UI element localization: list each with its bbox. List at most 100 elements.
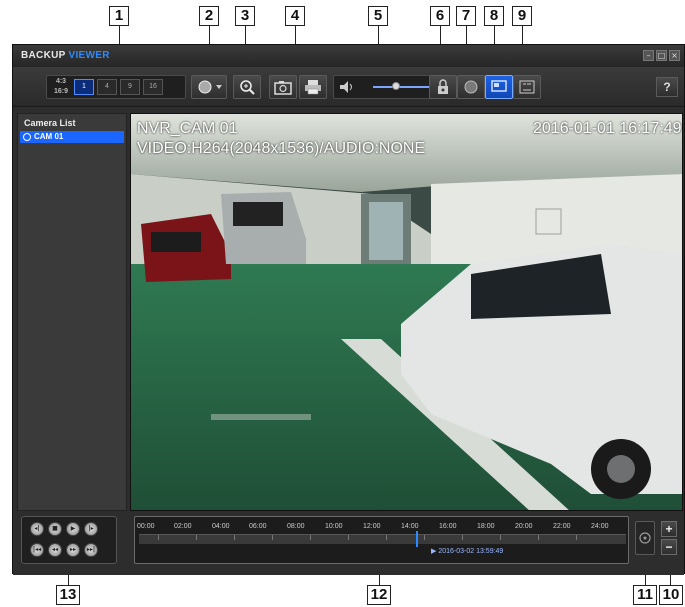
printer-icon — [305, 80, 321, 95]
callout-13: 13 — [56, 585, 80, 605]
callout-6: 6 — [430, 6, 450, 26]
close-icon[interactable]: × — [669, 50, 680, 61]
fisheye-icon — [198, 80, 222, 94]
camera-list-title: Camera List — [24, 118, 76, 128]
video-view[interactable]: NVR_CAM 01 2016-01-01 16:17:49 VIDEO:H26… — [130, 113, 683, 511]
callout-9: 9 — [512, 6, 532, 26]
title-bar: BACKUP VIEWER – □ × — [13, 45, 684, 67]
app-title: BACKUP VIEWER — [21, 50, 110, 61]
timeline-timestamp: ▶ 2016-03-02 13:59:49 — [431, 548, 504, 555]
digital-signature-button[interactable] — [429, 75, 457, 99]
lock-icon — [438, 79, 448, 94]
aspect-ratio-16-9[interactable]: 16:9 — [51, 87, 71, 97]
timeline-zoom-in-button[interactable]: + — [661, 521, 677, 537]
fast-forward-icon[interactable]: ▸▸ — [66, 543, 80, 557]
timeline-cursor[interactable] — [416, 531, 418, 547]
playback-controls-bar: ◂| ■ ▶ |▸ |◂◂ ◂◂ ▸▸ ▸▸| 00:00 02:00 04:0… — [13, 511, 684, 575]
timeline-hour-label: 20:00 — [515, 523, 533, 530]
callout-11: 11 — [633, 585, 657, 605]
camera-list-item[interactable]: CAM 01 — [20, 131, 124, 143]
callout-7: 7 — [456, 6, 476, 26]
play-icon[interactable]: ▶ — [66, 522, 80, 536]
osd-camera-name: NVR_CAM 01 — [137, 120, 238, 137]
fullscreen-icon — [519, 80, 535, 94]
rewind-icon[interactable]: ◂◂ — [48, 543, 62, 557]
split-1-button[interactable]: 1 — [74, 79, 94, 95]
timeline-tick — [272, 535, 273, 540]
timeline-hour-label: 16:00 — [439, 523, 457, 530]
callout-8: 8 — [484, 6, 504, 26]
step-back-icon[interactable]: ◂| — [30, 522, 44, 536]
magnifier-icon — [240, 80, 255, 95]
callout-12: 12 — [367, 585, 391, 605]
timeline-hour-label: 24:00 — [591, 523, 609, 530]
marker-button[interactable] — [635, 521, 655, 555]
step-forward-icon[interactable]: |▸ — [84, 522, 98, 536]
backup-viewer-window: BACKUP VIEWER – □ × 4:3 16:9 1 4 9 16 ? … — [12, 44, 685, 575]
timeline-tick — [348, 535, 349, 540]
timeline-hour-label: 00:00 — [137, 523, 155, 530]
timeline-hour-label: 06:00 — [249, 523, 267, 530]
timeline-track[interactable] — [139, 534, 626, 544]
camera-icon — [274, 81, 292, 95]
timeline-tick — [424, 535, 425, 540]
osd-stream-info: VIDEO:H264(2048x1536)/AUDIO:NONE — [137, 140, 426, 157]
aspect-ratio-selector[interactable]: 4:3 16:9 — [51, 77, 71, 97]
app-title-main: BACKUP — [21, 50, 66, 61]
marker-icon — [639, 532, 651, 544]
volume-slider-track[interactable] — [373, 86, 431, 88]
volume-slider-knob[interactable] — [392, 82, 400, 90]
timeline-tick — [310, 535, 311, 540]
timeline[interactable]: 00:00 02:00 04:00 06:00 08:00 10:00 12:0… — [134, 516, 629, 564]
timeline-tick — [576, 535, 577, 540]
timeline-hour-label: 02:00 — [174, 523, 192, 530]
timeline-zoom-out-button[interactable]: − — [661, 539, 677, 555]
print-button[interactable] — [299, 75, 327, 99]
monitor-icon — [491, 80, 507, 92]
maximize-icon[interactable]: □ — [656, 50, 667, 61]
timeline-tick — [196, 535, 197, 540]
display-mode-button[interactable] — [485, 75, 513, 99]
fullscreen-button[interactable] — [513, 75, 541, 99]
timeline-tick — [158, 535, 159, 540]
speaker-icon[interactable] — [338, 78, 356, 96]
timeline-tick — [234, 535, 235, 540]
timeline-hour-label: 18:00 — [477, 523, 495, 530]
split-screen-group: 4:3 16:9 1 4 9 16 — [46, 75, 186, 99]
skip-to-end-icon[interactable]: ▸▸| — [84, 543, 98, 557]
camera-list-item-label: CAM 01 — [34, 132, 64, 141]
osd-datetime: 2016-01-01 16:17:49 — [533, 120, 682, 137]
callout-4: 4 — [285, 6, 305, 26]
playback-controls: ◂| ■ ▶ |▸ |◂◂ ◂◂ ▸▸ ▸▸| — [21, 516, 117, 564]
callout-2: 2 — [199, 6, 219, 26]
skip-to-start-icon[interactable]: |◂◂ — [30, 543, 44, 557]
stop-icon[interactable]: ■ — [48, 522, 62, 536]
timeline-tick — [538, 535, 539, 540]
timeline-hour-label: 04:00 — [212, 523, 230, 530]
camera-icon — [23, 133, 31, 141]
toolbar: 4:3 16:9 1 4 9 16 ? — [13, 67, 684, 107]
aspect-ratio-4-3[interactable]: 4:3 — [51, 77, 71, 87]
split-9-button[interactable]: 9 — [120, 79, 140, 95]
callout-1: 1 — [109, 6, 129, 26]
dewarp-mode-button[interactable] — [191, 75, 227, 99]
timeline-tick — [500, 535, 501, 540]
timeline-tick — [386, 535, 387, 540]
split-4-button[interactable]: 4 — [97, 79, 117, 95]
timeline-hour-label: 22:00 — [553, 523, 571, 530]
record-mode-button[interactable] — [457, 75, 485, 99]
help-button[interactable]: ? — [656, 77, 678, 97]
callout-5: 5 — [368, 6, 388, 26]
timeline-hour-label: 10:00 — [325, 523, 343, 530]
timeline-hour-label: 08:00 — [287, 523, 305, 530]
app-title-accent: VIEWER — [68, 50, 110, 61]
zoom-button[interactable] — [233, 75, 261, 99]
camera-list-panel: Camera List CAM 01 — [17, 113, 127, 511]
split-16-button[interactable]: 16 — [143, 79, 163, 95]
callout-10: 10 — [659, 585, 683, 605]
minimize-icon[interactable]: – — [643, 50, 654, 61]
timeline-hour-label: 12:00 — [363, 523, 381, 530]
capture-button[interactable] — [269, 75, 297, 99]
callout-3: 3 — [235, 6, 255, 26]
circle-icon — [464, 80, 478, 94]
